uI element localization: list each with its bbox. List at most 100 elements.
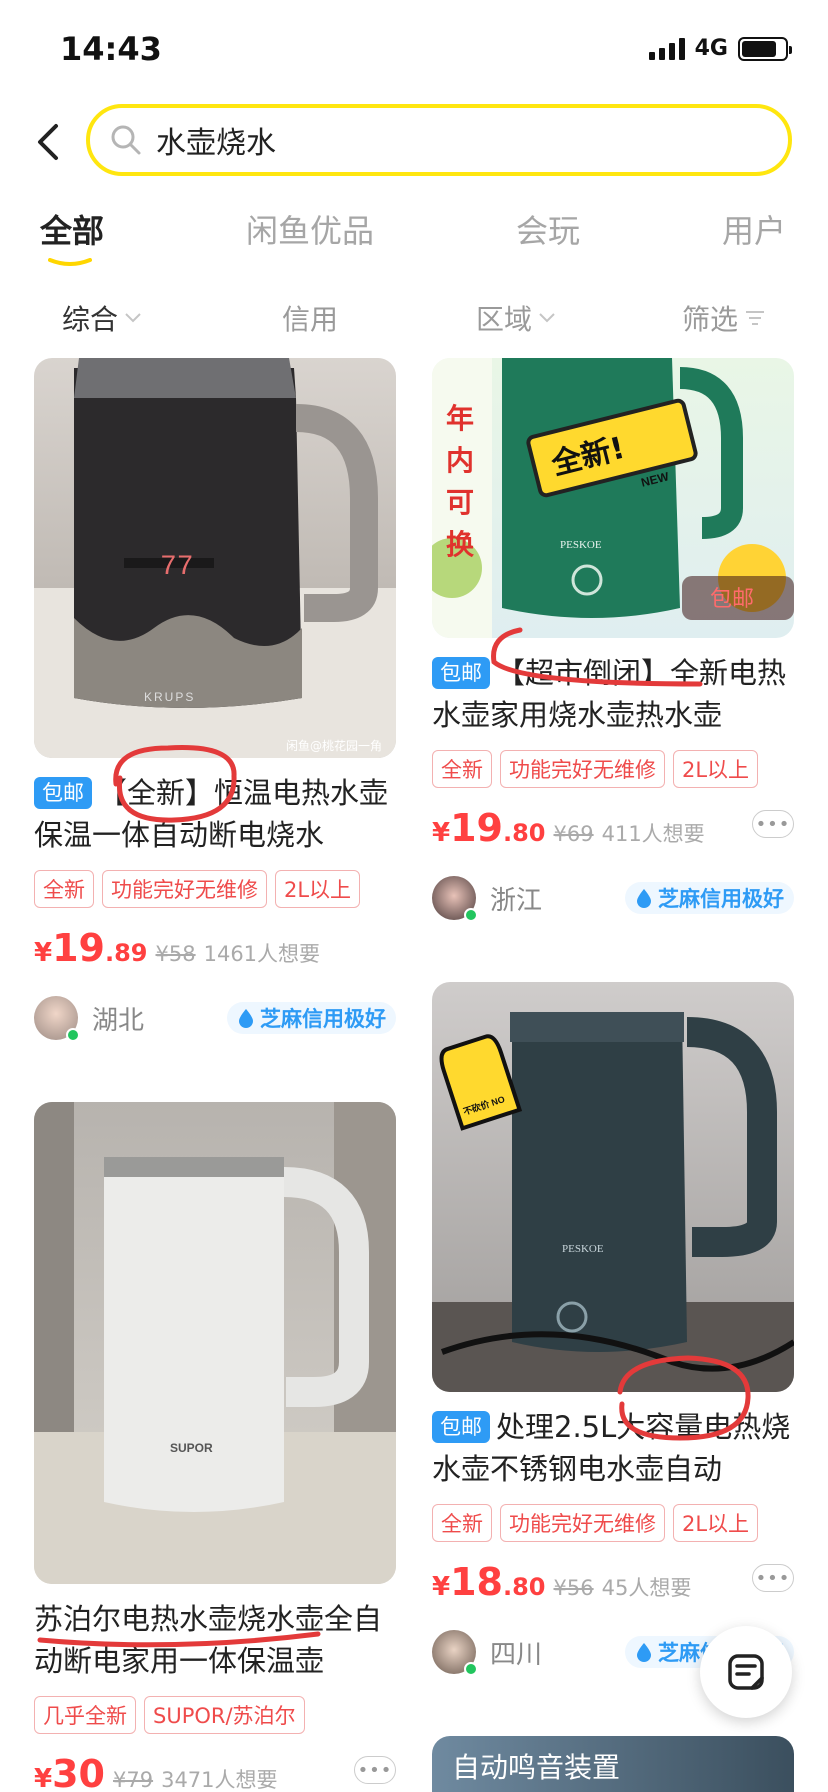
- filter-screen[interactable]: 筛选: [682, 298, 766, 338]
- product-tags: 全新 功能完好无维修 2L以上: [432, 750, 794, 788]
- battery-level: [742, 40, 776, 57]
- want-count: 411人想要: [601, 822, 705, 846]
- chevron-down-icon: [125, 313, 141, 323]
- tag: 2L以上: [673, 1504, 759, 1542]
- tag: 全新: [432, 750, 492, 788]
- kettle-illustration: 77 KRUPS 闲鱼@桃花园一角: [34, 358, 396, 758]
- avatar[interactable]: [34, 996, 80, 1042]
- product-image[interactable]: SUPOR: [34, 1102, 396, 1584]
- price-integer: 30: [52, 1752, 105, 1792]
- free-shipping-badge: 包邮: [432, 1411, 490, 1443]
- filter-comprehensive[interactable]: 综合: [62, 298, 142, 338]
- product-card[interactable]: 77 KRUPS 闲鱼@桃花园一角 包邮 【全新】恒温电热水壶 保温一体自动断电烧…: [34, 358, 396, 1042]
- product-title: 包邮 处理2.5L大容量电热烧水壶不锈钢电水壶自动: [432, 1406, 794, 1490]
- note-icon: [728, 1654, 764, 1690]
- network-type: 4G: [694, 36, 728, 61]
- want-count: 1461人想要: [203, 942, 321, 966]
- no-bargain-sticker: 不砍价 NO: [439, 1034, 523, 1131]
- price-row: ¥19.80 ¥69 411人想要 •••: [432, 806, 794, 856]
- online-indicator: [464, 908, 478, 922]
- tag: 2L以上: [275, 870, 361, 908]
- price: ¥18.80: [432, 1560, 546, 1604]
- price: ¥19.89: [34, 926, 148, 970]
- free-shipping-badge: 包邮: [34, 777, 92, 809]
- status-bar: 14:43 4G: [0, 0, 828, 100]
- kettle-illustration: PESKOE 不砍价 NO: [432, 1012, 794, 1392]
- tab-all[interactable]: 全部: [40, 206, 104, 252]
- tag: 全新: [34, 870, 94, 908]
- original-price: ¥79: [112, 1768, 154, 1792]
- price-row: ¥30 ¥79 3471人想要 •••: [34, 1752, 396, 1792]
- price-decimal: .89: [104, 939, 148, 967]
- product-title: 苏泊尔电热水壶烧水壶全自动断电家用一体保温壶: [34, 1598, 396, 1682]
- avatar[interactable]: [432, 876, 478, 922]
- online-indicator: [66, 1028, 80, 1042]
- kettle-illustration: 年 内 可 换 全新! NEW PESKOE 包邮: [432, 358, 794, 638]
- credit-drop-icon: [637, 1643, 651, 1662]
- search-input[interactable]: 水壶烧水: [86, 104, 792, 176]
- price-decimal: .80: [502, 1573, 546, 1601]
- product-card[interactable]: 自动鸣音装置: [432, 1736, 794, 1792]
- tab-users[interactable]: 用户: [722, 206, 786, 252]
- product-card[interactable]: PESKOE 不砍价 NO 包邮 处理2.5L大容量电热烧水壶不锈钢电水壶自动 全…: [432, 982, 794, 1676]
- original-price: ¥58: [155, 942, 196, 966]
- tag: SUPOR/苏泊尔: [144, 1696, 305, 1734]
- online-indicator: [464, 1662, 478, 1676]
- more-options-button[interactable]: •••: [752, 1564, 794, 1592]
- price: ¥19.80: [432, 806, 546, 850]
- product-card[interactable]: 年 内 可 换 全新! NEW PESKOE 包邮 包邮 【超市倒闭】全新电热水壶…: [432, 358, 794, 922]
- image-slogan-2: 内: [446, 444, 474, 477]
- filter-credit[interactable]: 信用: [282, 298, 338, 338]
- kettle-brand: SUPOR: [170, 1441, 213, 1455]
- kettle-brand: PESKOE: [562, 1243, 604, 1255]
- kettle-display: 77: [160, 552, 194, 583]
- active-tab-indicator: [48, 258, 92, 266]
- product-image[interactable]: 77 KRUPS 闲鱼@桃花园一角: [34, 358, 396, 758]
- category-tabs: 全部 闲鱼优品 会玩 用户: [0, 206, 828, 266]
- product-tags: 全新 功能完好无维修 2L以上: [34, 870, 396, 908]
- seller-region: 浙江: [490, 885, 543, 916]
- avatar[interactable]: [432, 1630, 478, 1676]
- quick-action-button[interactable]: [700, 1626, 792, 1718]
- kettle-brand: KRUPS: [144, 690, 195, 704]
- product-title: 包邮 【全新】恒温电热水壶 保温一体自动断电烧水: [34, 772, 396, 856]
- filter-comprehensive-label: 综合: [62, 303, 119, 336]
- price-symbol: ¥: [432, 1572, 451, 1602]
- product-image[interactable]: 年 内 可 换 全新! NEW PESKOE 包邮: [432, 358, 794, 638]
- product-tags: 全新 功能完好无维修 2L以上: [432, 1504, 794, 1542]
- product-image-caption: 自动鸣音装置: [452, 1751, 621, 1784]
- filter-region-label: 区域: [476, 303, 533, 336]
- price: ¥30: [34, 1752, 105, 1792]
- product-card[interactable]: SUPOR 苏泊尔电热水壶烧水壶全自动断电家用一体保温壶 几乎全新 SUPOR/…: [34, 1102, 396, 1792]
- chevron-down-icon: [539, 313, 555, 323]
- price-row: ¥19.89 ¥58 1461人想要: [34, 926, 396, 976]
- price-integer: 18: [450, 1560, 503, 1604]
- seller-region: 湖北: [92, 1005, 145, 1036]
- search-query: 水壶烧水: [156, 126, 276, 161]
- kettle-brand: PESKOE: [560, 539, 602, 551]
- tab-xianyu-youpin[interactable]: 闲鱼优品: [246, 206, 374, 252]
- price-decimal: .80: [502, 819, 546, 847]
- tag: 功能完好无维修: [102, 870, 267, 908]
- search-icon: [111, 125, 141, 155]
- tab-huiwan[interactable]: 会玩: [516, 206, 580, 252]
- status-time: 14:43: [60, 30, 162, 68]
- free-shipping-badge: 包邮: [432, 657, 490, 689]
- product-image[interactable]: PESKOE 不砍价 NO: [432, 982, 794, 1392]
- want-count: 45人想要: [601, 1576, 692, 1600]
- price-symbol: ¥: [34, 1764, 53, 1792]
- kettle-illustration: SUPOR: [34, 1102, 396, 1584]
- credit-drop-icon: [239, 1009, 253, 1028]
- back-button[interactable]: [28, 118, 68, 166]
- filter-region[interactable]: 区域: [476, 298, 556, 338]
- more-options-button[interactable]: •••: [752, 810, 794, 838]
- status-indicators: 4G: [648, 36, 792, 61]
- price-symbol: ¥: [34, 938, 53, 968]
- original-price: ¥56: [553, 1576, 594, 1600]
- more-options-button[interactable]: •••: [354, 1756, 396, 1784]
- price-row: ¥18.80 ¥56 45人想要 •••: [432, 1560, 794, 1610]
- price-integer: 19: [52, 926, 105, 970]
- watermark: 闲鱼@桃花园一角: [286, 738, 382, 753]
- credit-text: 芝麻信用极好: [658, 887, 784, 911]
- product-title-text: 苏泊尔电热水壶烧水壶全自动断电家用一体保温壶: [34, 1602, 383, 1678]
